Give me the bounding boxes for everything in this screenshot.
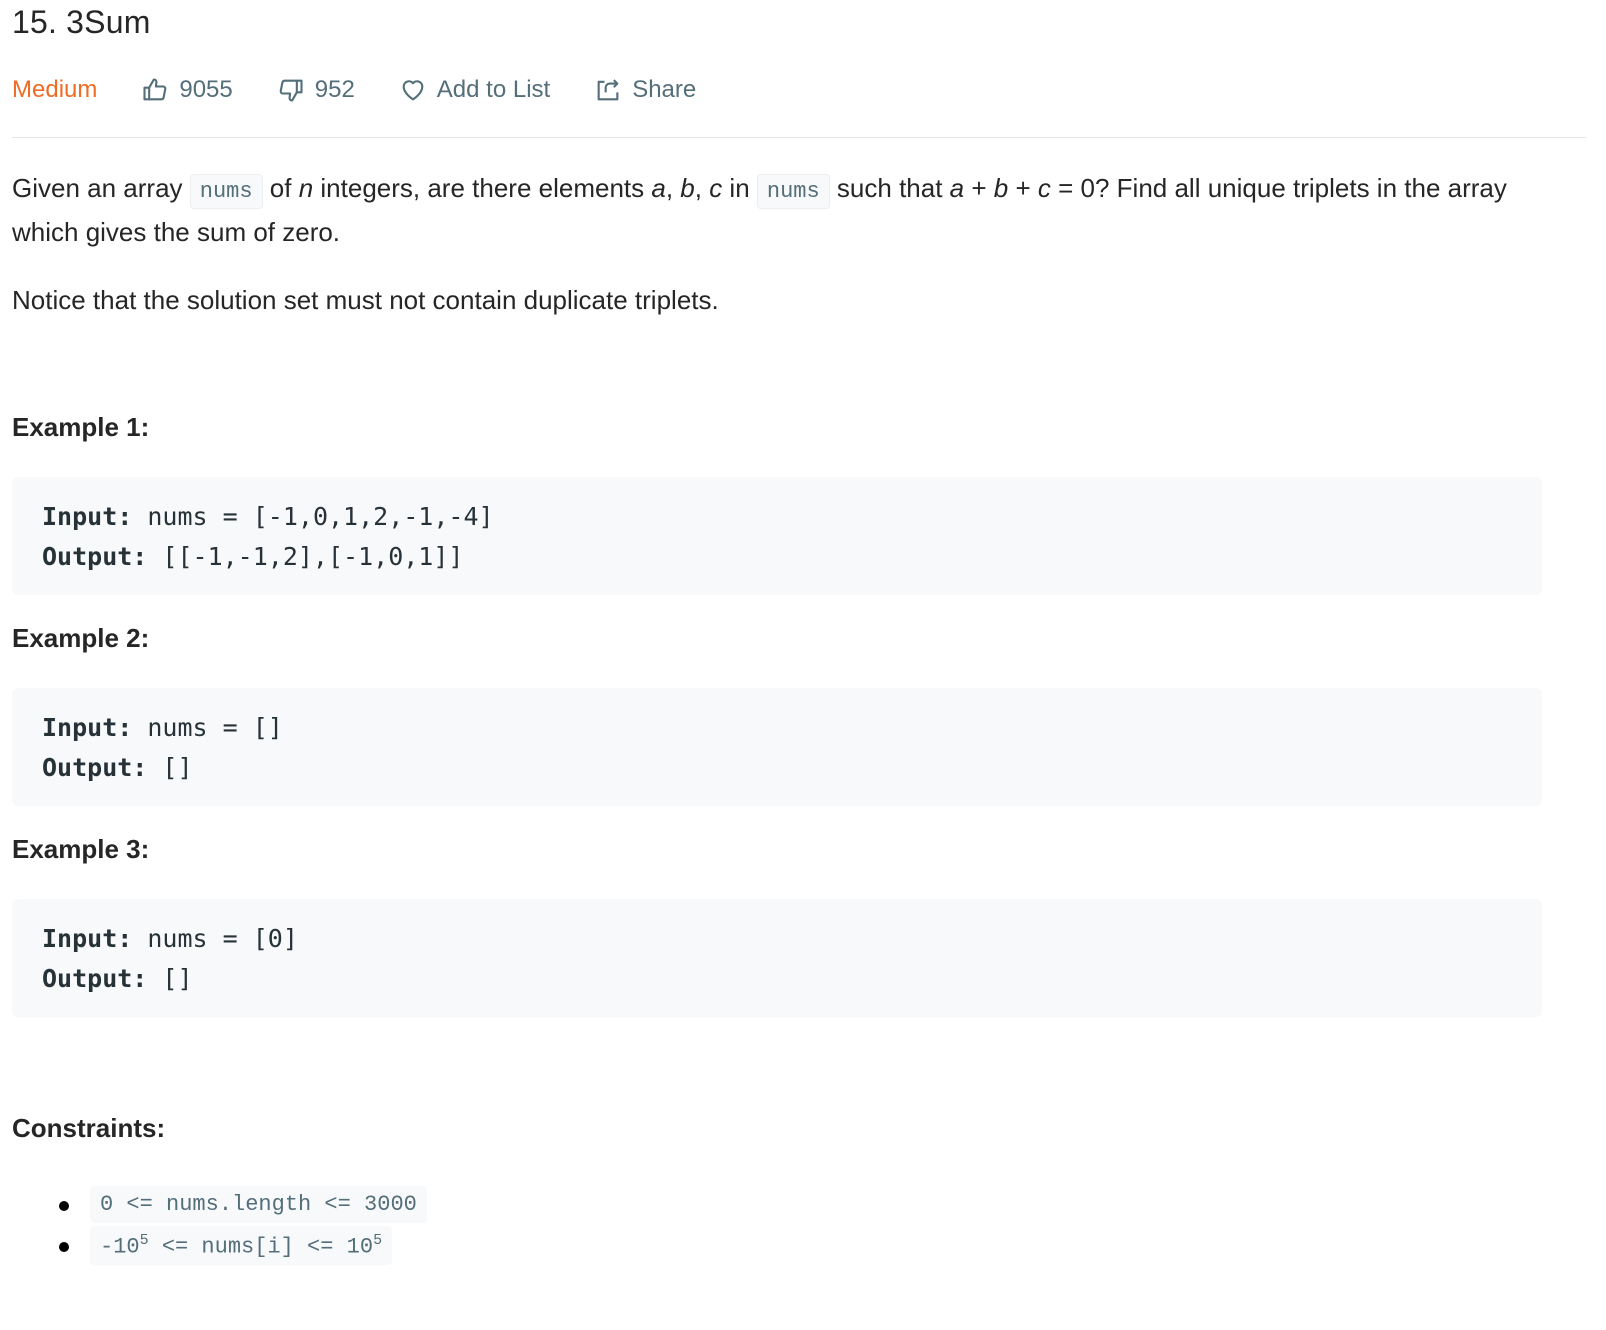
output-value: [[-1,-1,2],[-1,0,1]] [162,542,464,571]
example-box: Input: nums = [0] Output: [] [12,899,1542,1017]
example-input-line: Input: nums = [] [42,708,1512,748]
var-a: a [949,173,965,203]
example-input-line: Input: nums = [0] [42,919,1512,959]
constraint-code: 0 <= nums.length <= 3000 [90,1186,427,1223]
share-label: Share [632,76,697,103]
dislike-button[interactable]: 952 [277,76,355,104]
add-to-list-label: Add to List [436,76,551,103]
example-title: Example 2: [12,623,150,653]
desc-text: in [722,173,757,203]
var-c: c [1037,173,1051,203]
var-c: c [709,173,723,203]
problem-description: Given an array nums of n integers, are t… [12,168,1566,321]
example-title: Example 3: [12,834,150,864]
constraints-title: Constraints: [12,1113,166,1143]
input-label: Input: [42,713,133,742]
output-value: [] [162,753,193,782]
exponent: 5 [373,1231,383,1249]
desc-text: + [964,173,994,203]
var-b: b [993,173,1009,203]
share-icon [597,79,619,101]
var-b: b [680,173,695,203]
input-value: nums = [-1,0,1,2,-1,-4] [147,502,494,531]
input-value: nums = [0] [147,924,298,953]
constraint-text: <= nums[i] <= 10 [148,1234,374,1260]
desc-text: Given an array [12,173,190,203]
input-label: Input: [42,502,133,531]
divider [12,137,1586,138]
list-item: 0 <= nums.length <= 3000 [12,1184,427,1225]
exponent: 5 [139,1231,149,1249]
description-notice: Notice that the solution set must not co… [12,285,719,315]
desc-text: + [1008,173,1038,203]
problem-title: 15. 3Sum [12,4,151,40]
list-item: -105 <= nums[i] <= 105 [12,1225,427,1266]
example-box: Input: nums = [] Output: [] [12,688,1542,806]
description-paragraph: Given an array nums of n integers, are t… [12,168,1566,253]
example-output-line: Output: [] [42,748,1512,788]
desc-text: such that [829,173,950,203]
input-label: Input: [42,924,133,953]
like-count: 9055 [179,76,233,103]
like-button[interactable]: 9055 [141,76,233,104]
heart-icon [402,80,424,101]
var-n: n [298,173,314,203]
output-value: [] [162,964,193,993]
desc-text: of [262,173,299,203]
dislike-count: 952 [314,76,355,103]
example-title: Example 1: [12,412,150,442]
var-a: a [651,173,666,203]
thumbs-up-icon [143,78,167,101]
constraint-code: -105 <= nums[i] <= 105 [90,1225,393,1266]
example-output-line: Output: [[-1,-1,2],[-1,0,1]] [42,537,1512,577]
inline-code-nums: nums [756,174,830,209]
constraint-text: -10 [100,1234,140,1260]
problem-meta-bar: Medium 9055 952 Add to List Share [12,70,740,110]
example-box: Input: nums = [-1,0,1,2,-1,-4] Output: [… [12,477,1542,595]
desc-text: , [665,173,681,203]
output-label: Output: [42,753,148,782]
share-button[interactable]: Share [594,76,696,104]
example-output-line: Output: [] [42,959,1512,999]
add-to-list-button[interactable]: Add to List [399,76,550,104]
output-label: Output: [42,964,148,993]
desc-text: , [694,173,710,203]
constraints-list: 0 <= nums.length <= 3000 -105 <= nums[i]… [12,1184,427,1266]
output-label: Output: [42,542,148,571]
input-value: nums = [] [147,713,283,742]
difficulty-label: Medium [12,76,98,103]
example-input-line: Input: nums = [-1,0,1,2,-1,-4] [42,497,1512,537]
thumbs-down-icon [279,79,303,102]
inline-code-nums: nums [189,174,263,209]
desc-text: integers, are there elements [313,173,652,203]
